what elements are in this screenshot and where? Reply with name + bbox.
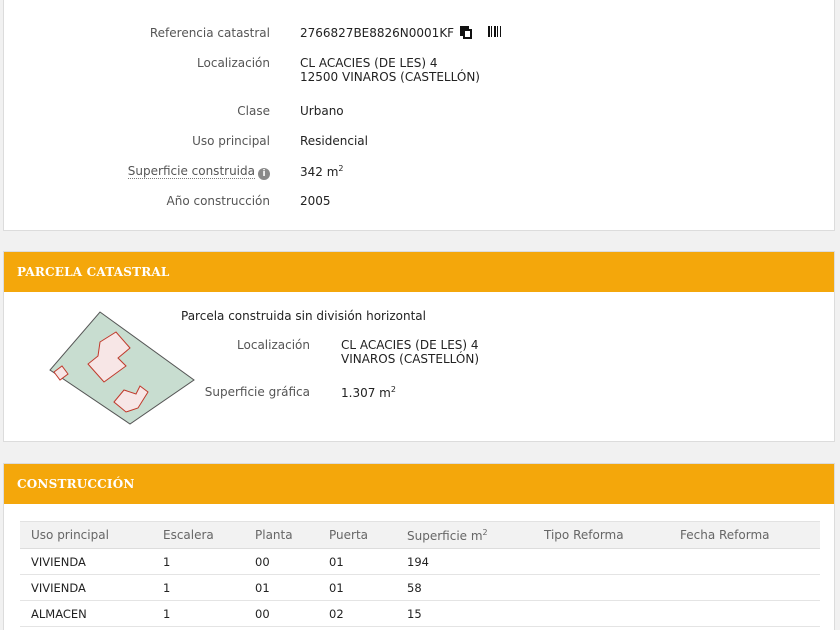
cell-escalera: 1 [152,548,244,575]
cell-fecha-reforma [669,600,820,627]
unit-superscript: 2 [390,385,396,394]
unit-superscript: 2 [482,527,488,537]
unit-superscript: 2 [338,164,344,173]
cell-escalera: 1 [152,574,244,601]
clase-value: Urbano [300,104,344,118]
table-row: ALMACEN 1 00 02 15 [20,600,820,627]
parcela-localizacion-label: Localización [237,338,310,352]
construccion-panel: CONSTRUCCIÓN Uso principal Escalera Plan… [3,463,835,630]
localizacion-label: Localización [197,56,270,70]
table-header-row: Uso principal Escalera Planta Puerta Sup… [20,521,820,549]
cell-planta: 01 [244,574,318,601]
superficie-construida-text: Superficie construida [127,164,255,179]
parcel-map[interactable] [44,308,204,428]
table-row: VIVIENDA 1 01 01 58 [20,574,820,601]
cell-superficie: 194 [396,548,533,575]
parcela-panel: PARCELA CATASTRAL Parcela construida sin… [3,251,835,442]
superficie-construida-number: 342 m [300,165,339,179]
cell-uso: ALMACEN [20,600,152,627]
superficie-construida-value: 342 m2 [300,164,344,179]
cell-uso: VIVIENDA [20,574,152,601]
cell-superficie: 15 [396,600,533,627]
parcela-superficie-value: 1.307 m2 [341,385,396,400]
parcela-superficie-label: Superficie gráfica [204,385,310,399]
parcela-localizacion-line1: CL ACACIES (DE LES) 4 [341,338,479,352]
col-superficie-text: Superficie m [407,528,483,543]
cell-puerta: 01 [318,574,396,601]
col-tipo-reforma: Tipo Reforma [533,521,669,549]
cell-uso: VIVIENDA [20,548,152,575]
cell-superficie: 58 [396,574,533,601]
parcela-localizacion-line2: VINAROS (CASTELLÓN) [341,352,479,366]
referencia-label: Referencia catastral [149,26,270,40]
localizacion-line2: 12500 VINAROS (CASTELLÓN) [300,70,480,84]
localizacion-line1: CL ACACIES (DE LES) 4 [300,56,438,70]
cell-planta: 00 [244,548,318,575]
construccion-table: Uso principal Escalera Planta Puerta Sup… [20,521,820,627]
table-row: VIVIENDA 1 00 01 194 [20,548,820,575]
col-escalera: Escalera [152,521,244,549]
cell-tipo-reforma [533,600,669,627]
referencia-value: 2766827BE8826N0001KF [300,26,502,40]
col-uso-principal: Uso principal [20,521,152,549]
parcela-localizacion-value: CL ACACIES (DE LES) 4 VINAROS (CASTELLÓN… [341,338,479,366]
parcela-intro: Parcela construida sin división horizont… [181,309,426,323]
col-superficie: Superficie m2 [396,521,533,549]
clase-label: Clase [237,104,270,118]
cell-planta: 00 [244,600,318,627]
cell-fecha-reforma [669,574,820,601]
cell-tipo-reforma [533,574,669,601]
col-puerta: Puerta [318,521,396,549]
construccion-header: CONSTRUCCIÓN [4,464,834,504]
cell-escalera: 1 [152,600,244,627]
col-fecha-reforma: Fecha Reforma [669,521,820,549]
inmueble-panel: Referencia catastral 2766827BE8826N0001K… [3,0,835,231]
parcela-header: PARCELA CATASTRAL [4,252,834,292]
ano-construccion-label: Año construcción [166,194,271,208]
ano-construccion-value: 2005 [300,194,331,208]
col-planta: Planta [244,521,318,549]
cell-fecha-reforma [669,548,820,575]
referencia-catastral-text[interactable]: 2766827BE8826N0001KF [300,26,454,40]
barcode-icon[interactable] [488,26,502,39]
superficie-construida-label: Superficie construida i [50,164,270,180]
copy-icon[interactable] [460,26,473,39]
info-icon[interactable]: i [258,168,270,180]
uso-principal-value: Residencial [300,134,368,148]
parcela-superficie-number: 1.307 m [341,386,391,400]
localizacion-value: CL ACACIES (DE LES) 4 12500 VINAROS (CAS… [300,56,480,84]
cell-puerta: 02 [318,600,396,627]
cell-puerta: 01 [318,548,396,575]
uso-principal-label: Uso principal [192,134,270,148]
cell-tipo-reforma [533,548,669,575]
